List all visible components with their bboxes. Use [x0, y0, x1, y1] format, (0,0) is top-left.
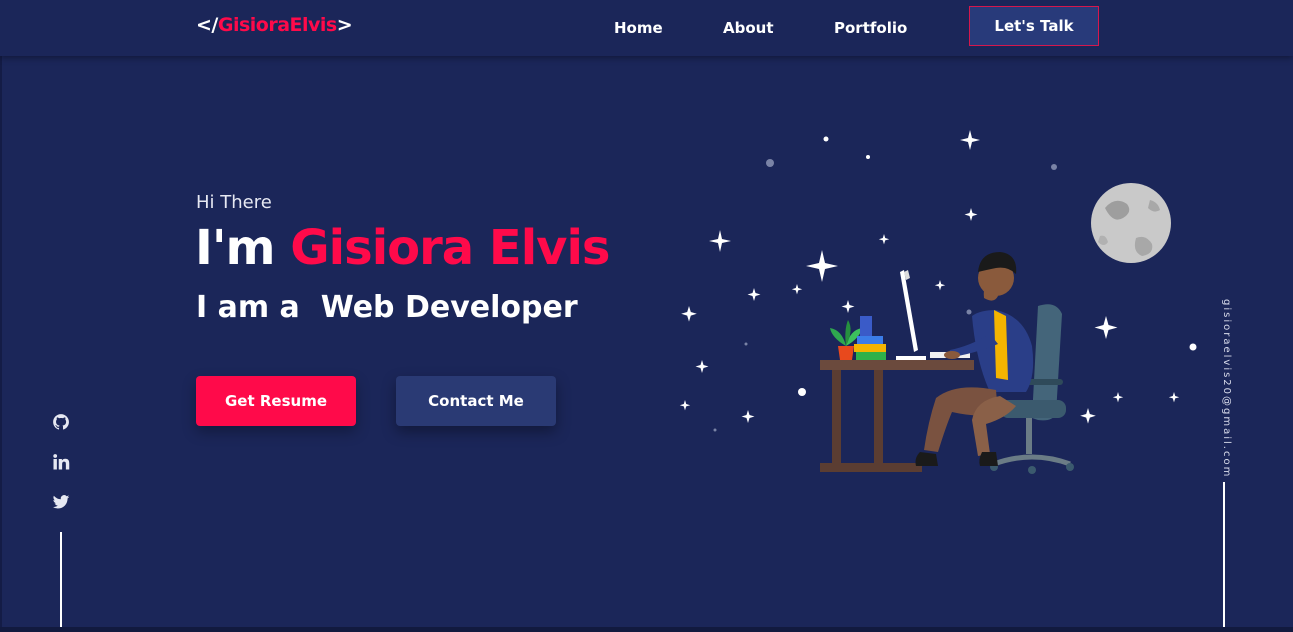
get-resume-button[interactable]: Get Resume	[196, 376, 356, 426]
monitor-icon	[896, 270, 970, 360]
books-icon	[854, 316, 886, 360]
github-icon[interactable]	[50, 411, 72, 433]
lets-talk-button[interactable]: Let's Talk	[969, 6, 1099, 46]
nav-link-portfolio[interactable]: Portfolio	[834, 19, 907, 37]
logo-open-bracket: </	[196, 14, 218, 36]
logo-brand-name: GisioraElvis	[217, 14, 337, 36]
page-frame-edge	[0, 0, 2, 632]
left-vertical-line	[60, 532, 62, 632]
moon-icon	[1091, 183, 1171, 263]
developer-illustration	[679, 130, 1197, 474]
next-section-edge	[0, 627, 1293, 632]
nav-link-about[interactable]: About	[723, 19, 774, 37]
site-logo[interactable]: </GisioraElvis>	[196, 14, 353, 36]
hero-headline: I'm Gisiora Elvis	[195, 220, 610, 276]
twitter-glyph	[52, 495, 70, 509]
desk	[820, 360, 974, 472]
right-vertical-line	[1223, 482, 1225, 632]
linkedin-glyph	[53, 454, 70, 470]
linkedin-icon[interactable]	[50, 451, 72, 473]
github-glyph	[53, 414, 69, 430]
hero-role: I am a Web Developer	[196, 290, 578, 325]
logo-close-bracket: >	[336, 14, 353, 36]
email-link[interactable]: gisioraelvis20@gmail.com	[1218, 299, 1232, 478]
headline-name: Gisiora Elvis	[290, 220, 610, 276]
navbar: </GisioraElvis> Home About Portfolio Let…	[0, 0, 1293, 56]
twitter-icon[interactable]	[50, 491, 72, 513]
hero-greeting: Hi There	[196, 192, 272, 213]
nav-link-home[interactable]: Home	[614, 19, 663, 37]
stars	[679, 130, 1197, 424]
contact-me-button[interactable]: Contact Me	[396, 376, 556, 426]
developer-person	[915, 252, 1034, 466]
headline-prefix: I'm	[195, 220, 291, 276]
